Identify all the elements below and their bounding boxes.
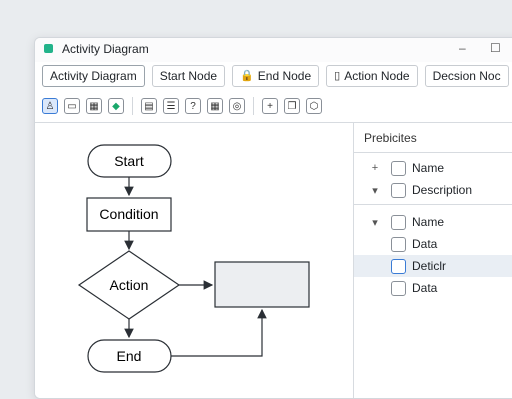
checkbox[interactable] (391, 160, 406, 176)
window-title: Activity Diagram (62, 42, 149, 56)
calendar-icon[interactable]: ▦ (86, 98, 102, 114)
tab-end-node[interactable]: 🔒 End Node (232, 65, 320, 87)
collapse-icon[interactable]: ▾ (370, 216, 380, 229)
row-label: Description (412, 183, 473, 197)
tree-row[interactable]: Data (354, 233, 512, 255)
tab-start-node[interactable]: Start Node (151, 65, 226, 87)
checkbox[interactable] (391, 182, 406, 198)
toolbar-separator (253, 97, 254, 115)
app-logo-icon (44, 44, 53, 53)
minimize-button[interactable]: – (459, 41, 466, 55)
tab-action-node[interactable]: ▯ Action Node (326, 65, 418, 87)
title-bar: Activity Diagram – ☐ (35, 38, 512, 62)
tree-row[interactable]: ▾ Description (354, 179, 512, 201)
lock-icon: 🔒 (240, 70, 254, 82)
app-window: Activity Diagram – ☐ Activity Diagram St… (34, 37, 512, 399)
target-icon[interactable]: ◎ (229, 98, 245, 114)
diamond-icon[interactable]: ◆ (108, 98, 124, 114)
checkbox[interactable] (391, 280, 406, 296)
checkbox[interactable] (391, 214, 406, 230)
row-label: Data (412, 281, 438, 295)
edge-end-box (171, 308, 267, 357)
collapse-icon[interactable]: ▾ (370, 184, 380, 197)
shape-icon[interactable]: ⬡ (306, 98, 322, 114)
row-label: Name (412, 215, 445, 229)
row-label: Data (412, 237, 438, 251)
tree-row[interactable]: + Name (354, 157, 512, 179)
toolbar: ♙ ▭ ▦ ◆ ▤ ☰ ? ▦ ◎ + ❐ ⬡ (42, 95, 328, 117)
document-icon[interactable]: ☰ (163, 98, 179, 114)
grid-icon[interactable]: ▦ (207, 98, 223, 114)
tab-decision-node[interactable]: Decsion Noc (424, 65, 509, 87)
phone-icon: ▯ (334, 70, 341, 82)
diagram-canvas[interactable]: Start Condition Action End (35, 123, 353, 398)
start-node-label: Start (114, 153, 144, 169)
plus-node-icon[interactable]: + (262, 98, 278, 114)
window-icon[interactable]: ▭ (64, 98, 80, 114)
end-node-label: End (117, 348, 142, 364)
expand-icon[interactable]: + (370, 162, 380, 174)
help-icon[interactable]: ? (185, 98, 201, 114)
row-label: Deticlr (412, 259, 447, 273)
condition-node-label: Condition (99, 206, 158, 222)
panel-divider (354, 152, 512, 153)
panel-divider (354, 204, 512, 205)
checkbox[interactable] (391, 236, 406, 252)
row-label: Name (412, 161, 445, 175)
card-icon[interactable]: ▤ (141, 98, 157, 114)
panel-title: Prebicites (364, 131, 417, 145)
user-icon[interactable]: ♙ (42, 98, 58, 114)
tree-row-selected[interactable]: Deticlr (354, 255, 512, 277)
checkbox[interactable] (391, 258, 406, 274)
properties-panel: Prebicites + Name ▾ Description ▾ Name D… (353, 123, 512, 398)
tab-bar: Activity Diagram Start Node 🔒 End Node ▯ A… (42, 65, 509, 87)
maximize-button[interactable]: ☐ (490, 41, 501, 55)
diagram-svg: Start Condition Action End (77, 144, 310, 373)
toolbar-separator (132, 97, 133, 115)
tree-row[interactable]: ▾ Name (354, 211, 512, 233)
tab-activity-diagram[interactable]: Activity Diagram (42, 65, 145, 87)
empty-action-node[interactable] (214, 261, 310, 308)
tree-row[interactable]: Data (354, 277, 512, 299)
action-node-label: Action (110, 277, 149, 293)
copy-icon[interactable]: ❐ (284, 98, 300, 114)
